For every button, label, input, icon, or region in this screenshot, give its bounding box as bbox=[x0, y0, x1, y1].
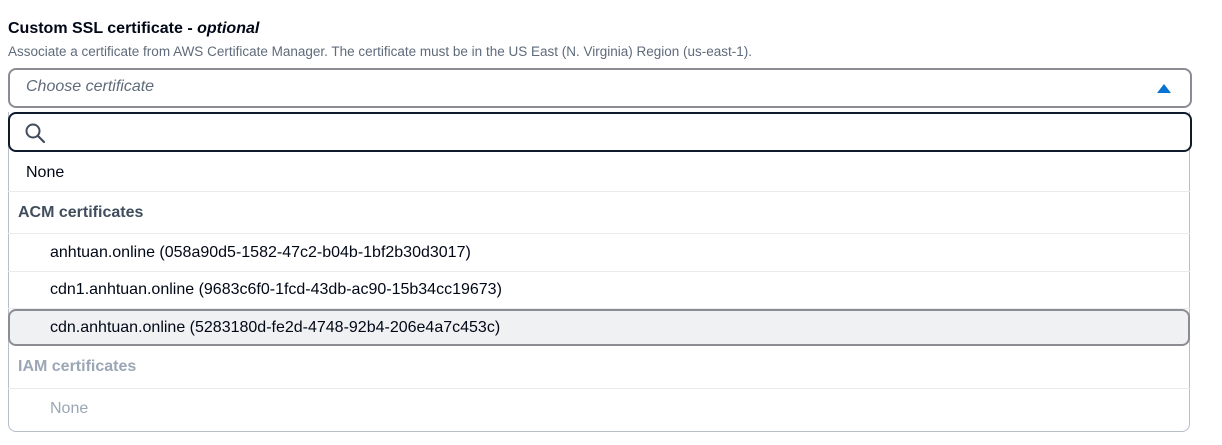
option-label: cdn1.anhtuan.online (9683c6f0-1fcd-43db-… bbox=[50, 281, 502, 298]
group-label: IAM certificates bbox=[18, 358, 137, 375]
field-label: Custom SSL certificate - optional bbox=[8, 20, 259, 38]
optional-label: optional bbox=[197, 20, 260, 37]
option-acm-certificate[interactable]: anhtuan.online (058a90d5-1582-47c2-b04b-… bbox=[8, 234, 1190, 272]
option-iam-none-disabled: None bbox=[8, 389, 1190, 429]
caret-up-icon bbox=[1157, 84, 1171, 93]
search-field[interactable] bbox=[8, 112, 1192, 152]
option-acm-certificate-highlighted[interactable]: cdn.anhtuan.online (5283180d-fe2d-4748-9… bbox=[8, 309, 1190, 346]
option-label: cdn.anhtuan.online (5283180d-fe2d-4748-9… bbox=[50, 318, 501, 336]
certificate-select-panel: Custom SSL certificate - optional Associ… bbox=[0, 0, 1222, 445]
group-label: ACM certificates bbox=[18, 203, 144, 221]
certificate-select[interactable]: Choose certificate bbox=[8, 68, 1192, 108]
search-input[interactable] bbox=[54, 118, 1178, 148]
group-header-iam: IAM certificates bbox=[8, 346, 1190, 389]
group-header-acm: ACM certificates bbox=[8, 192, 1190, 234]
field-label-text: Custom SSL certificate - bbox=[8, 20, 198, 37]
select-placeholder: Choose certificate bbox=[26, 78, 155, 95]
option-label: None bbox=[50, 400, 89, 417]
option-none[interactable]: None bbox=[8, 154, 1190, 192]
option-label: None bbox=[26, 163, 65, 181]
option-label: anhtuan.online (058a90d5-1582-47c2-b04b-… bbox=[50, 243, 471, 261]
search-icon bbox=[25, 123, 46, 144]
field-description: Associate a certificate from AWS Certifi… bbox=[8, 44, 753, 59]
option-acm-certificate[interactable]: cdn1.anhtuan.online (9683c6f0-1fcd-43db-… bbox=[8, 272, 1190, 309]
